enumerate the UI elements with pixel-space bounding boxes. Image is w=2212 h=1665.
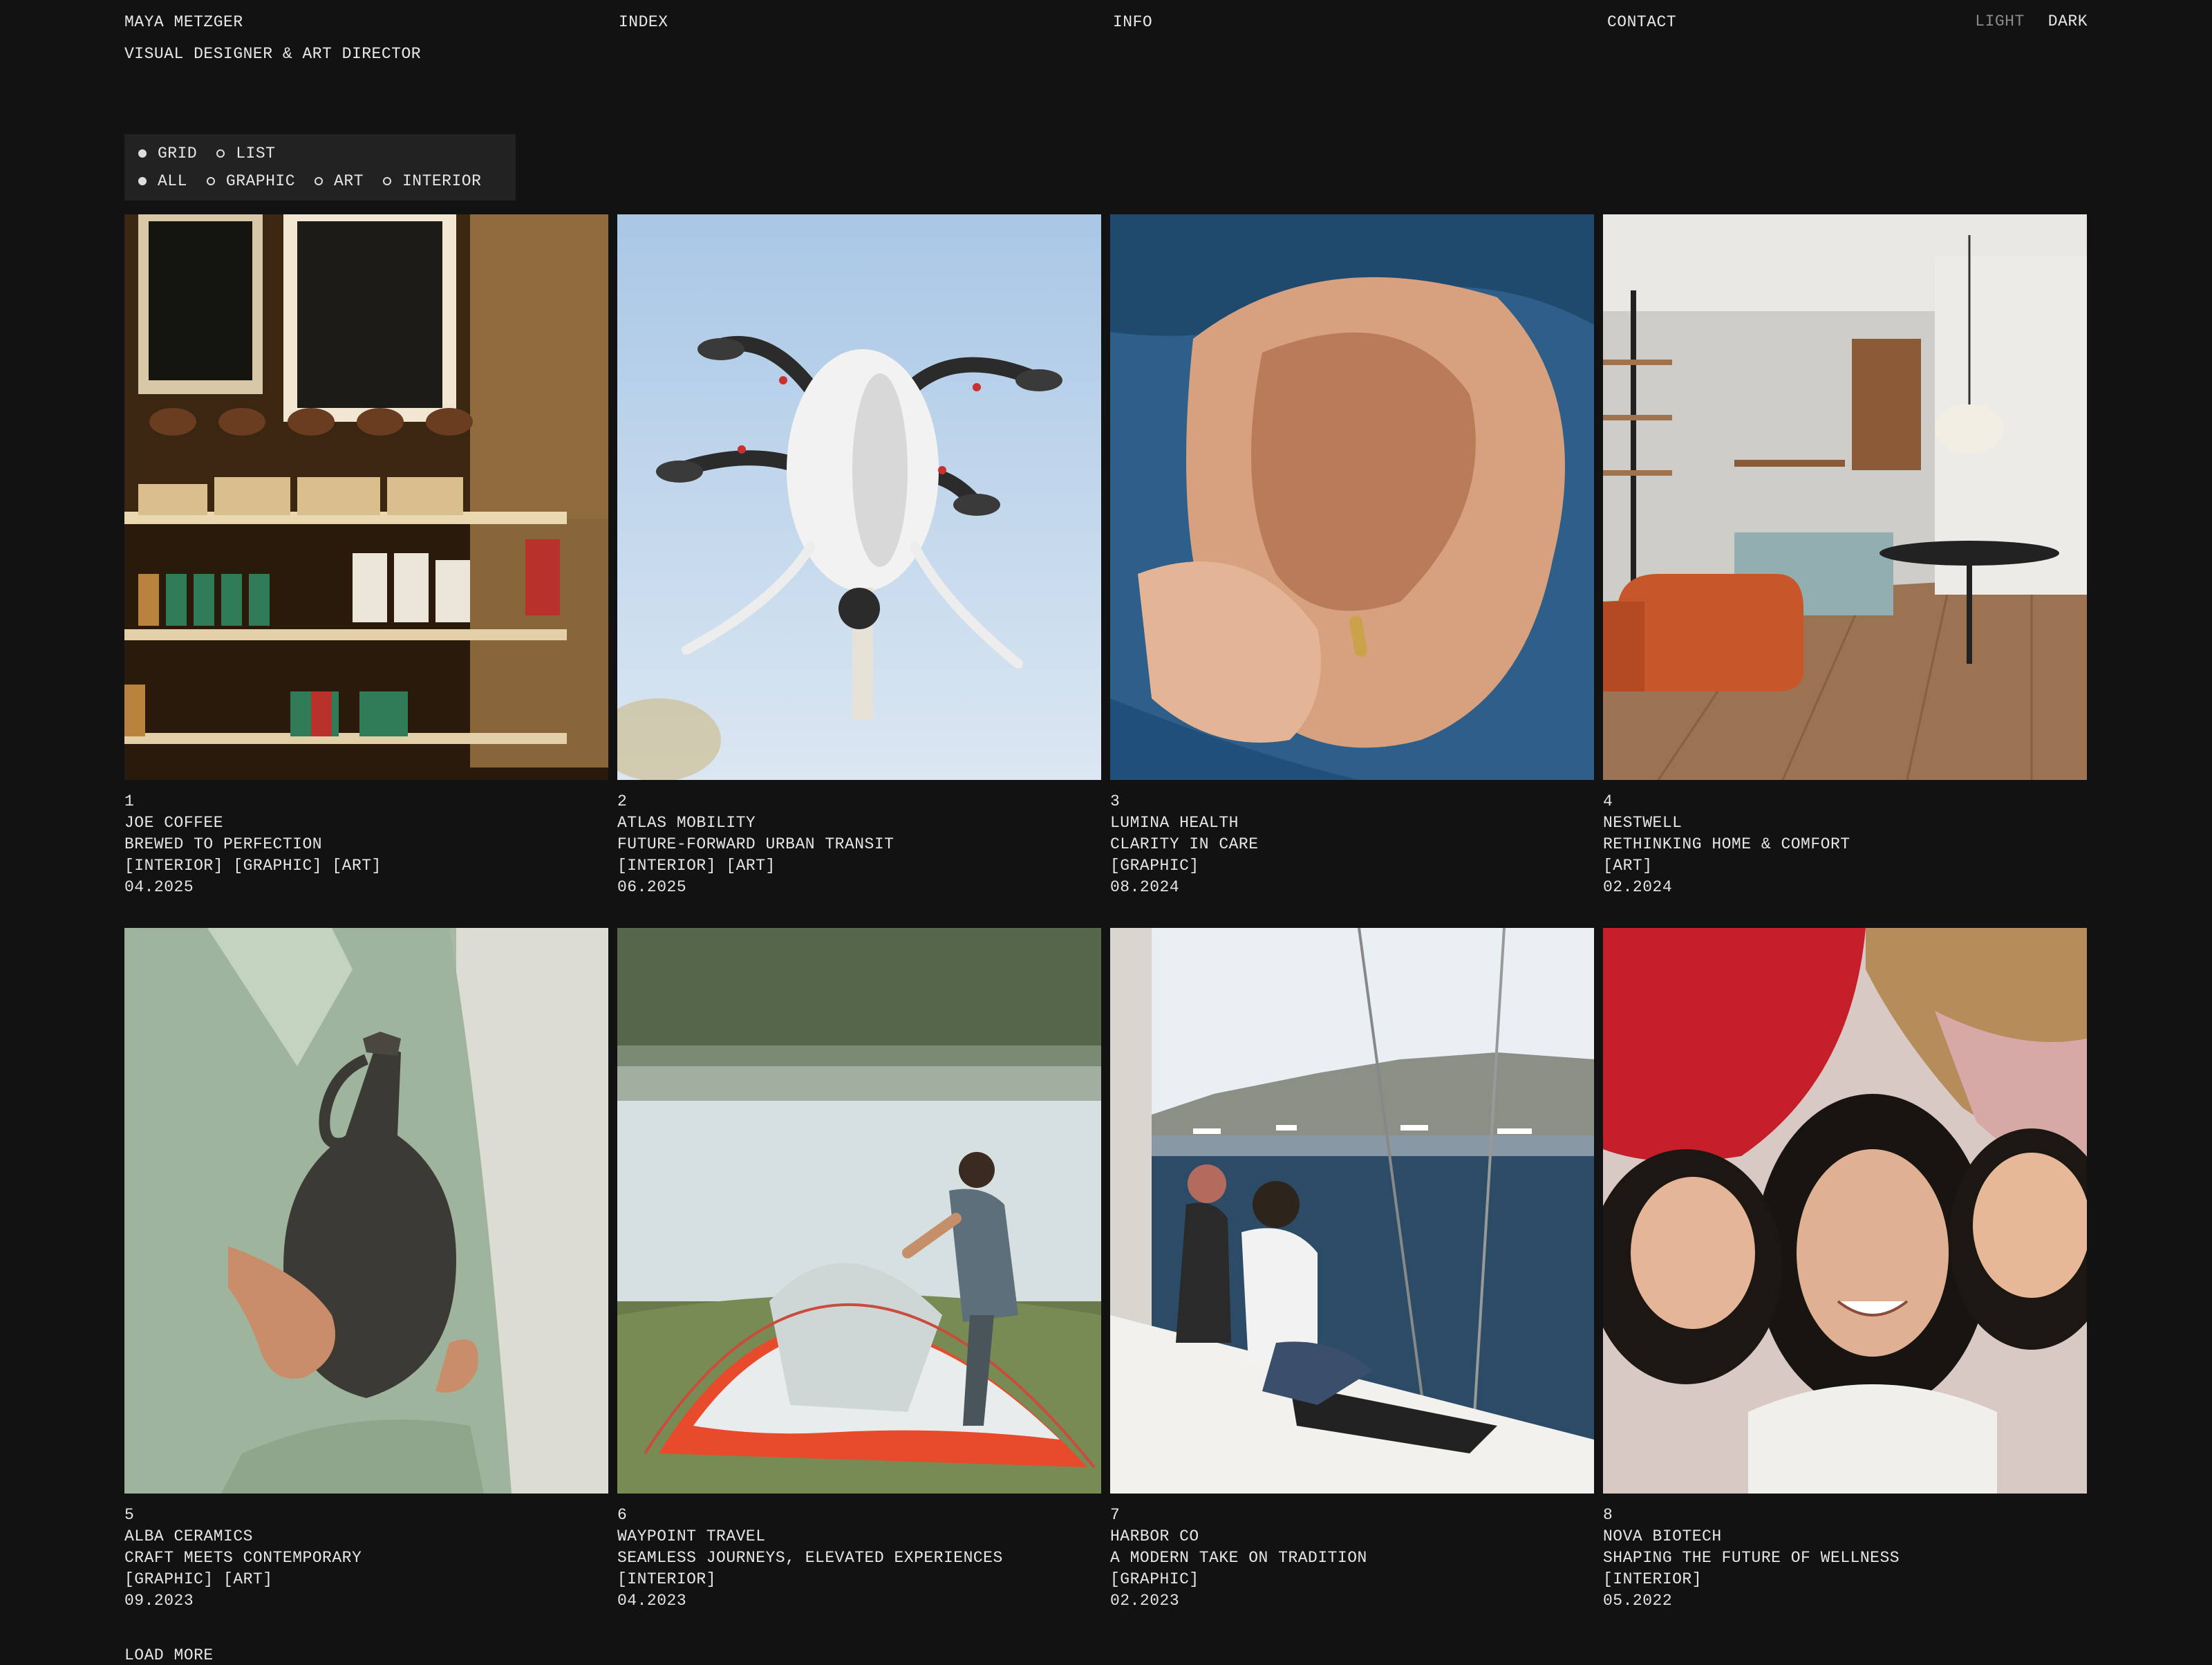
project-image-coffee-shop — [124, 214, 608, 780]
project-image-ceramic-vase — [124, 928, 608, 1494]
project-tags: [INTERIOR] [ART] — [617, 857, 776, 875]
project-card[interactable]: 5 ALBA CERAMICS CRAFT MEETS CONTEMPORARY… — [124, 928, 608, 1641]
project-meta: 8 NOVA BIOTECH SHAPING THE FUTURE OF WEL… — [1603, 1494, 2087, 1612]
project-number: 3 — [1110, 792, 1121, 810]
site-subtitle: VISUAL DESIGNER & ART DIRECTOR — [124, 45, 422, 63]
project-tagline: A MODERN TAKE ON TRADITION — [1110, 1549, 1367, 1567]
project-grid: 1 JOE COFFEE BREWED TO PERFECTION [INTER… — [124, 214, 2088, 1641]
project-tagline: FUTURE-FORWARD URBAN TRANSIT — [617, 835, 894, 853]
project-number: 4 — [1603, 792, 1613, 810]
project-card[interactable]: 3 LUMINA HEALTH CLARITY IN CARE [GRAPHIC… — [1110, 214, 1594, 928]
theme-light-button[interactable]: LIGHT — [1975, 12, 2025, 30]
project-meta: 3 LUMINA HEALTH CLARITY IN CARE [GRAPHIC… — [1110, 780, 1594, 898]
project-number: 2 — [617, 792, 628, 810]
project-tags: [GRAPHIC] — [1110, 1570, 1199, 1588]
project-image-tent — [617, 928, 1101, 1494]
view-list-radio[interactable]: LIST — [216, 145, 275, 162]
project-title: JOE COFFEE — [124, 814, 224, 832]
project-title: NESTWELL — [1603, 814, 1683, 832]
project-date: 08.2024 — [1110, 878, 1180, 896]
theme-dark-button[interactable]: DARK — [2048, 12, 2088, 30]
project-tags: [INTERIOR] — [617, 1570, 717, 1588]
radio-empty-icon — [382, 177, 391, 185]
project-image-kitchen — [1603, 214, 2087, 780]
radio-empty-icon — [216, 149, 225, 158]
project-image-family — [1603, 928, 2087, 1494]
load-more-button[interactable]: LOAD MORE — [124, 1646, 214, 1665]
project-tags: [ART] — [1603, 857, 1653, 875]
project-title: HARBOR CO — [1110, 1527, 1199, 1545]
site-name[interactable]: MAYA METZGER — [124, 12, 243, 32]
project-title: WAYPOINT TRAVEL — [617, 1527, 766, 1545]
project-image-hands — [1110, 214, 1594, 780]
project-tags: [INTERIOR] [GRAPHIC] [ART] — [124, 857, 382, 875]
project-tags: [GRAPHIC] — [1110, 857, 1199, 875]
radio-selected-icon — [138, 149, 147, 158]
project-title: LUMINA HEALTH — [1110, 814, 1239, 832]
project-card[interactable]: 4 NESTWELL RETHINKING HOME & COMFORT [AR… — [1603, 214, 2087, 928]
project-title: NOVA BIOTECH — [1603, 1527, 1722, 1545]
view-grid-radio[interactable]: GRID — [138, 145, 197, 162]
project-meta: 4 NESTWELL RETHINKING HOME & COMFORT [AR… — [1603, 780, 2087, 898]
project-date: 05.2022 — [1603, 1592, 1673, 1610]
nav-index[interactable]: INDEX — [619, 12, 668, 32]
project-meta: 2 ATLAS MOBILITY FUTURE-FORWARD URBAN TR… — [617, 780, 1101, 898]
project-meta: 7 HARBOR CO A MODERN TAKE ON TRADITION [… — [1110, 1494, 1594, 1612]
project-meta: 1 JOE COFFEE BREWED TO PERFECTION [INTER… — [124, 780, 608, 898]
radio-selected-icon — [138, 177, 147, 185]
project-number: 6 — [617, 1506, 628, 1524]
project-tagline: SEAMLESS JOURNEYS, ELEVATED EXPERIENCES — [617, 1549, 1003, 1567]
project-tagline: SHAPING THE FUTURE OF WELLNESS — [1603, 1549, 1900, 1567]
radio-empty-icon — [206, 177, 215, 185]
nav-contact[interactable]: CONTACT — [1607, 12, 1676, 32]
project-card[interactable]: 6 WAYPOINT TRAVEL SEAMLESS JOURNEYS, ELE… — [617, 928, 1101, 1641]
filter-all-radio[interactable]: ALL — [138, 172, 187, 190]
project-date: 04.2023 — [617, 1592, 687, 1610]
project-card[interactable]: 2 ATLAS MOBILITY FUTURE-FORWARD URBAN TR… — [617, 214, 1101, 928]
project-tagline: BREWED TO PERFECTION — [124, 835, 323, 853]
project-tagline: CRAFT MEETS CONTEMPORARY — [124, 1549, 362, 1567]
project-date: 02.2024 — [1603, 878, 1673, 896]
project-number: 7 — [1110, 1506, 1121, 1524]
radio-empty-icon — [315, 177, 324, 185]
project-image-drone — [617, 214, 1101, 780]
project-title: ALBA CERAMICS — [124, 1527, 253, 1545]
theme-switcher: LIGHT DARK — [1975, 12, 2088, 30]
category-filters: ALL GRAPHIC ART INTERIOR — [138, 167, 502, 195]
project-date: 04.2025 — [124, 878, 194, 896]
project-tags: [GRAPHIC] [ART] — [124, 1570, 273, 1588]
project-card[interactable]: 1 JOE COFFEE BREWED TO PERFECTION [INTER… — [124, 214, 608, 928]
project-number: 1 — [124, 792, 135, 810]
project-card[interactable]: 8 NOVA BIOTECH SHAPING THE FUTURE OF WEL… — [1603, 928, 2087, 1641]
project-date: 09.2023 — [124, 1592, 194, 1610]
view-filter-panel: GRID LIST ALL GRAPHIC ART INTERIOR — [124, 134, 516, 201]
project-image-sailboat — [1110, 928, 1594, 1494]
site-header: MAYA METZGER INDEX INFO CONTACT LIGHT DA… — [0, 0, 2212, 76]
nav-info[interactable]: INFO — [1113, 12, 1152, 32]
view-toggle: GRID LIST — [138, 140, 502, 167]
filter-art-radio[interactable]: ART — [315, 172, 364, 190]
filter-graphic-radio[interactable]: GRAPHIC — [206, 172, 295, 190]
project-tagline: CLARITY IN CARE — [1110, 835, 1259, 853]
project-date: 06.2025 — [617, 878, 687, 896]
project-date: 02.2023 — [1110, 1592, 1180, 1610]
project-meta: 6 WAYPOINT TRAVEL SEAMLESS JOURNEYS, ELE… — [617, 1494, 1101, 1612]
project-tagline: RETHINKING HOME & COMFORT — [1603, 835, 1850, 853]
project-tags: [INTERIOR] — [1603, 1570, 1703, 1588]
project-title: ATLAS MOBILITY — [617, 814, 756, 832]
project-number: 8 — [1603, 1506, 1613, 1524]
project-card[interactable]: 7 HARBOR CO A MODERN TAKE ON TRADITION [… — [1110, 928, 1594, 1641]
filter-interior-radio[interactable]: INTERIOR — [382, 172, 481, 190]
project-meta: 5 ALBA CERAMICS CRAFT MEETS CONTEMPORARY… — [124, 1494, 608, 1612]
project-number: 5 — [124, 1506, 135, 1524]
